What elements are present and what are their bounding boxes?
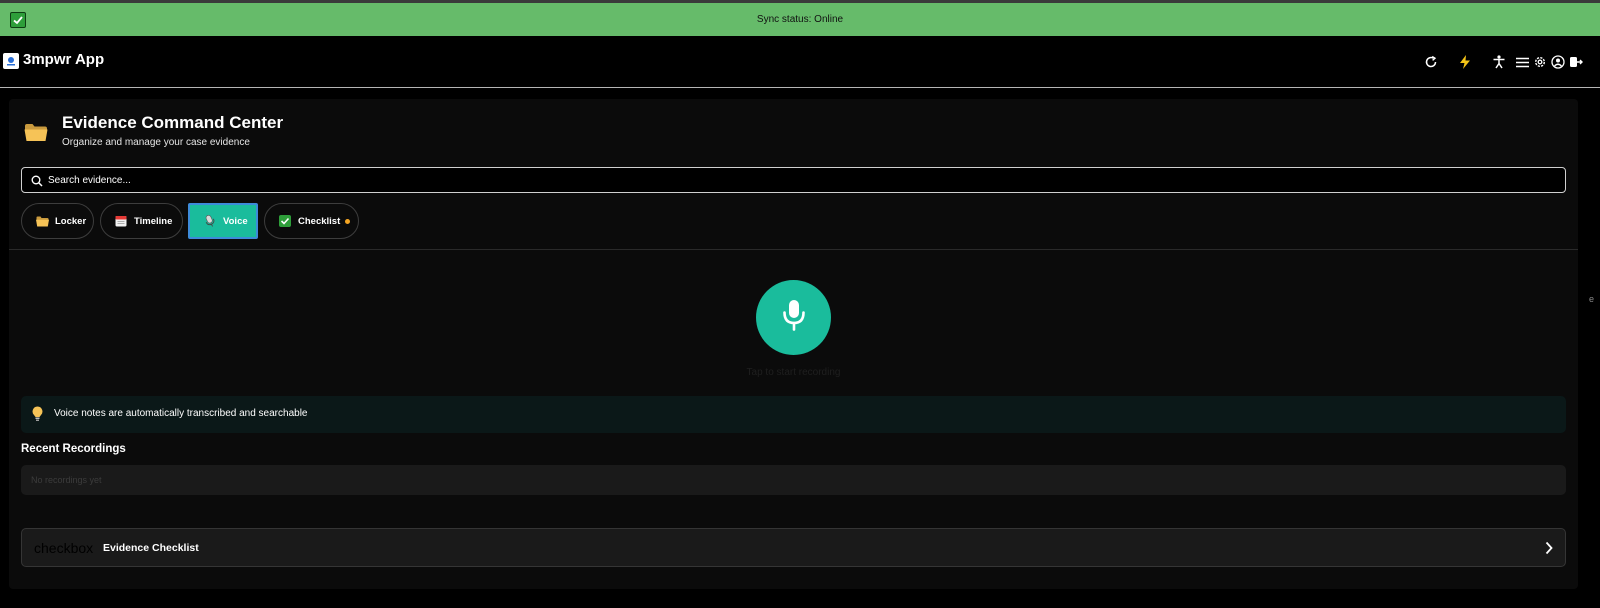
sync-status-bar: Sync status: Online [0,3,1600,36]
divider [9,249,1578,250]
gear-icon[interactable] [1531,52,1549,72]
record-button[interactable] [756,280,831,355]
header-toolbar [1420,52,1585,72]
app-logo-icon [3,53,19,69]
tab-checklist[interactable]: Checklist [264,203,359,239]
checkmark-icon [10,12,26,28]
evidence-checklist-card[interactable]: checkbox Evidence Checklist [21,528,1566,567]
microphone-icon [203,214,217,228]
accessibility-icon[interactable] [1488,52,1510,72]
checkbox-icon: checkbox [34,540,94,556]
search-input[interactable] [48,168,1548,192]
refresh-icon[interactable] [1420,52,1442,72]
menu-icon[interactable] [1513,52,1531,72]
sync-status-text: Sync status: Online [756,14,844,25]
evidence-command-center-panel: Evidence Command Center Organize and man… [9,99,1578,589]
search-icon [31,174,43,192]
lightning-icon[interactable] [1454,52,1476,72]
calendar-icon [114,214,128,228]
folder-icon [35,214,49,228]
edge-glyph: e [1589,294,1595,304]
lightbulb-icon [32,406,43,427]
info-tip: Voice notes are automatically transcribe… [21,396,1566,433]
folder-icon [24,123,48,147]
tab-label: Locker [55,215,87,227]
chevron-right-icon [1544,541,1554,560]
recent-recordings-empty: No recordings yet [21,465,1566,495]
page-subtitle: Organize and manage your case evidence [62,137,250,148]
recent-recordings-heading: Recent Recordings [21,443,126,455]
checkbox-icon [278,214,292,228]
app-header: 3mpwr App [0,36,1600,88]
search-box [21,167,1566,193]
tab-timeline[interactable]: Timeline [100,203,183,239]
tab-label: Voice [223,215,248,227]
notification-dot [345,218,351,224]
tab-locker[interactable]: Locker [21,203,94,239]
page-title: Evidence Command Center [62,113,284,132]
record-caption: Tap to start recording [746,367,841,378]
logout-icon[interactable] [1567,52,1585,72]
tab-label: Checklist [298,215,341,227]
user-circle-icon[interactable] [1549,52,1567,72]
info-tip-text: Voice notes are automatically transcribe… [54,408,308,419]
tab-label: Timeline [134,215,173,227]
microphone-icon [781,299,807,336]
checklist-card-label: Evidence Checklist [103,542,199,554]
tab-voice[interactable]: Voice [188,203,258,239]
app-title: 3mpwr App [23,51,105,68]
empty-state-text: No recordings yet [31,475,102,485]
